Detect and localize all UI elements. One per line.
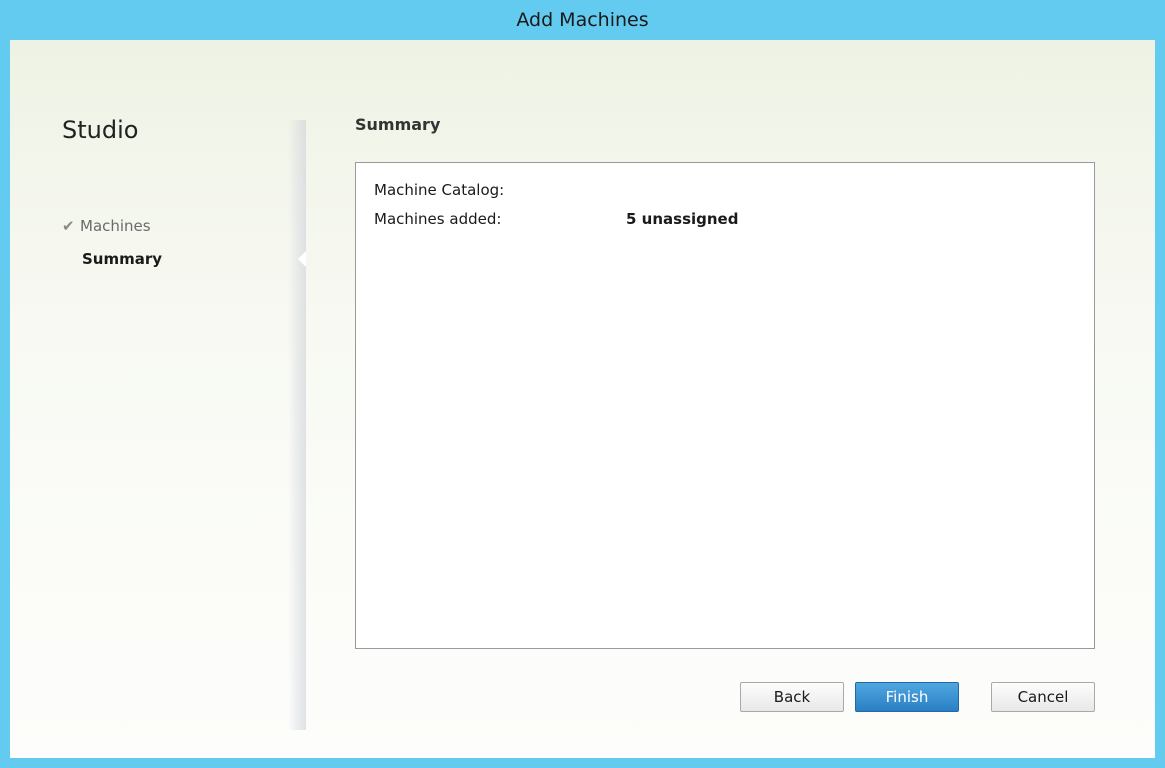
sidebar-title: Studio (62, 116, 139, 144)
finish-button[interactable]: Finish (855, 682, 959, 712)
wizard-sidebar: Studio ✔ Machines Summary (10, 40, 306, 758)
step-summary-label: Summary (82, 250, 163, 268)
summary-box: Machine Catalog: Machines added: 5 unassi… (355, 162, 1095, 649)
wizard-content: Summary Machine Catalog: Machines added:… (306, 40, 1155, 758)
machine-catalog-label: Machine Catalog: (374, 181, 505, 199)
step-summary[interactable]: Summary (82, 250, 162, 268)
summary-row-machines-added: Machines added: 5 unassigned (374, 210, 738, 228)
current-step-pointer (298, 251, 306, 267)
cancel-button[interactable]: Cancel (991, 682, 1095, 712)
wizard-client-area: Studio ✔ Machines Summary Summary Machine… (10, 40, 1155, 758)
machines-added-label: Machines added: (374, 210, 502, 228)
sidebar-divider (288, 120, 306, 730)
section-title: Summary (355, 115, 441, 134)
back-button[interactable]: Back (740, 682, 844, 712)
check-icon: ✔ (62, 217, 75, 235)
step-machines-label: Machines (80, 217, 151, 235)
machines-added-value: 5 unassigned (626, 210, 739, 228)
add-machines-window: Add Machines Studio ✔ Machines Summary Su… (0, 0, 1165, 768)
step-machines[interactable]: ✔ Machines (62, 217, 151, 235)
window-title: Add Machines (516, 9, 649, 31)
summary-row-machine-catalog: Machine Catalog: (374, 181, 626, 199)
